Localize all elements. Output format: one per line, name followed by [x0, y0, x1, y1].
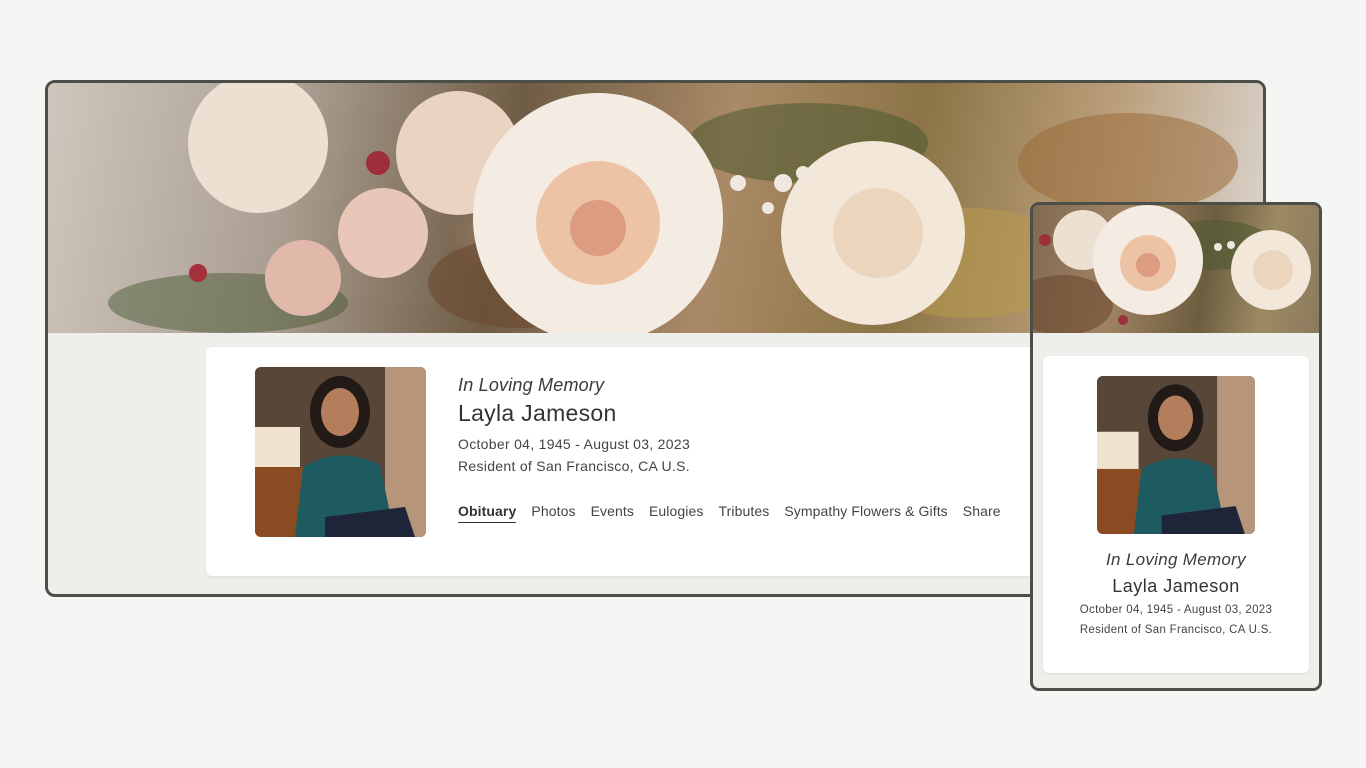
tab-sympathy-flowers-gifts[interactable]: Sympathy Flowers & Gifts [784, 503, 947, 523]
person-name: Layla Jameson [458, 400, 617, 426]
profile-tabs: Obituary Photos Events Eulogies Tributes… [458, 503, 1016, 523]
tab-obituary[interactable]: Obituary [458, 503, 517, 523]
tab-events[interactable]: Events [591, 503, 634, 523]
tab-share[interactable]: Share [963, 503, 1001, 523]
life-dates: October 04, 1945 - August 03, 2023 [458, 436, 691, 452]
mobile-profile-card: In Loving Memory Layla Jameson October 0… [1043, 356, 1309, 673]
mobile-life-dates: October 04, 1945 - August 03, 2023 [1079, 604, 1273, 616]
residence-text: Resident of San Francisco, CA U.S. [458, 458, 690, 474]
mobile-person-name: Layla Jameson [1112, 576, 1240, 596]
portrait-photo [255, 367, 426, 537]
tab-photos[interactable]: Photos [531, 503, 575, 523]
mobile-banner-image [1033, 205, 1319, 333]
profile-card: In Loving Memory Layla Jameson October 0… [206, 347, 1046, 576]
mobile-residence-text: Resident of San Francisco, CA U.S. [1079, 624, 1273, 636]
tab-tributes[interactable]: Tributes [718, 503, 769, 523]
mobile-portrait-photo [1097, 376, 1255, 534]
mobile-in-memory-heading: In Loving Memory [1106, 550, 1246, 569]
in-memory-heading: In Loving Memory [458, 375, 605, 395]
tab-eulogies[interactable]: Eulogies [649, 503, 704, 523]
flower-bouquet-illustration [1033, 205, 1311, 333]
mobile-frame: In Loving Memory Layla Jameson October 0… [1030, 202, 1322, 691]
